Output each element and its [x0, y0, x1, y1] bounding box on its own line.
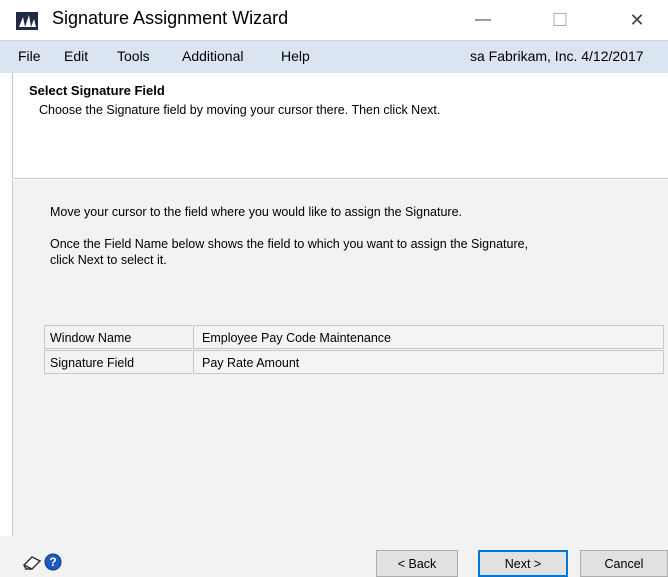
minimize-button[interactable]: — [460, 0, 506, 40]
note-icon[interactable] [22, 555, 42, 571]
help-icon[interactable]: ? [44, 553, 62, 571]
title-bar: Signature Assignment Wizard — ☐ ✕ [0, 0, 668, 40]
instruction-text-line1: Once the Field Name below shows the fiel… [50, 237, 529, 251]
maximize-icon: ☐ [551, 9, 569, 30]
signature-field-label: Signature Field [44, 350, 192, 374]
cancel-button[interactable]: Cancel [580, 550, 668, 577]
dynamics-logo-icon [16, 12, 38, 30]
maximize-button[interactable]: ☐ [537, 0, 583, 40]
svg-text:?: ? [49, 555, 56, 569]
menu-edit[interactable]: Edit [64, 48, 88, 64]
close-icon: ✕ [629, 9, 645, 30]
instruction-text-line2: click Next to select it. [50, 253, 167, 267]
window-name-value: Employee Pay Code Maintenance [193, 325, 664, 349]
window-name-label: Window Name [44, 325, 192, 349]
signature-field-value: Pay Rate Amount [193, 350, 664, 374]
close-button[interactable]: ✕ [614, 0, 660, 40]
menu-tools[interactable]: Tools [117, 48, 150, 64]
minimize-icon: — [475, 11, 491, 28]
field-row-signature-field: Signature Field Pay Rate Amount [44, 350, 664, 374]
page-subtitle: Choose the Signature field by moving you… [39, 103, 441, 117]
instruction-text: Move your cursor to the field where you … [50, 205, 463, 219]
menu-bar: File Edit Tools Additional Help sa Fabri… [0, 40, 668, 73]
menu-additional[interactable]: Additional [182, 48, 244, 64]
page-title: Select Signature Field [29, 83, 165, 98]
back-button[interactable]: < Back [376, 550, 458, 577]
menu-help[interactable]: Help [281, 48, 310, 64]
field-row-window-name: Window Name Employee Pay Code Maintenanc… [44, 325, 664, 349]
menu-file[interactable]: File [18, 48, 41, 64]
user-company-date: sa Fabrikam, Inc. 4/12/2017 [470, 48, 644, 64]
window-title: Signature Assignment Wizard [52, 8, 289, 28]
next-button[interactable]: Next > [478, 550, 568, 577]
wizard-header: Select Signature Field Choose the Signat… [12, 73, 668, 179]
